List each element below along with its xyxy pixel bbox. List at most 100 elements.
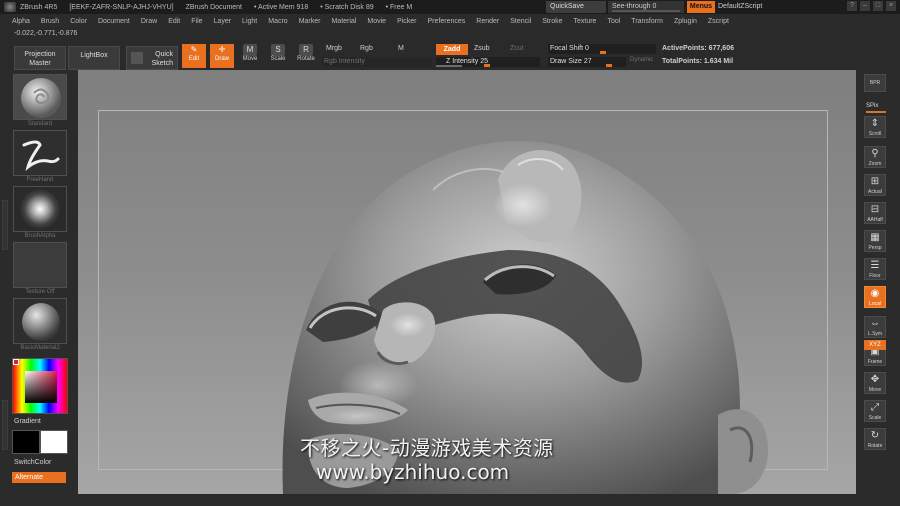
stroke-selector[interactable]: FreeHand bbox=[13, 130, 67, 185]
menu-zscript[interactable]: Zscript bbox=[708, 18, 729, 25]
see-through-label: See-through 0 bbox=[612, 3, 657, 10]
head-sculpt[interactable] bbox=[78, 70, 856, 494]
material-selector[interactable]: BasicMaterial2 bbox=[13, 298, 67, 353]
menu-alpha[interactable]: Alpha bbox=[12, 18, 30, 25]
edit-mode-button[interactable]: ✎ Edit bbox=[182, 44, 206, 68]
rotate-mode-button[interactable]: R Rotate bbox=[294, 44, 318, 68]
menu-material[interactable]: Material bbox=[331, 18, 356, 25]
document-canvas[interactable] bbox=[78, 70, 856, 494]
focal-shift-slider[interactable]: Focal Shift 0 bbox=[548, 44, 656, 54]
zcut-button[interactable]: Zcut bbox=[510, 45, 524, 52]
local-icon: ◉ bbox=[870, 288, 880, 299]
menu-picker[interactable]: Picker bbox=[397, 18, 416, 25]
scale-button[interactable]: ⤢ Scale bbox=[864, 400, 886, 422]
scroll-label: Scroll bbox=[868, 131, 882, 137]
switchcolor-label[interactable]: SwitchColor bbox=[14, 459, 51, 466]
spix-label[interactable]: SPix bbox=[866, 103, 878, 109]
draw-size-slider[interactable]: Draw Size 27 bbox=[548, 57, 626, 67]
default-zscript-button[interactable]: DefaultZScript bbox=[718, 1, 762, 13]
aahalf-icon: ⊟ bbox=[870, 204, 880, 215]
projection-master-label-1: Projection bbox=[24, 51, 56, 58]
color-picker[interactable] bbox=[12, 358, 68, 414]
menu-tool[interactable]: Tool bbox=[607, 18, 620, 25]
menu-stencil[interactable]: Stencil bbox=[510, 18, 531, 25]
document-canvas-frame bbox=[78, 70, 856, 494]
actual-label: Actual bbox=[868, 189, 882, 195]
close-icon[interactable]: × bbox=[886, 1, 896, 11]
texture-selector[interactable]: Texture Off bbox=[13, 242, 67, 297]
menu-layer[interactable]: Layer bbox=[214, 18, 232, 25]
m-button[interactable]: M bbox=[398, 45, 404, 52]
menu-brush[interactable]: Brush bbox=[41, 18, 59, 25]
rgb-button[interactable]: Rgb bbox=[360, 45, 373, 52]
minimize-icon[interactable]: – bbox=[860, 1, 870, 11]
menu-render[interactable]: Render bbox=[476, 18, 499, 25]
rotate-button[interactable]: ↻ Rotate bbox=[864, 428, 886, 450]
projection-master-button[interactable]: Projection Master bbox=[14, 46, 66, 70]
scale-mode-button[interactable]: S Scale bbox=[266, 44, 290, 68]
persp-button[interactable]: ▦ Persp bbox=[864, 230, 886, 252]
alpha-selector[interactable]: BrushAlpha bbox=[13, 186, 67, 241]
main-color-swatch[interactable] bbox=[12, 430, 40, 454]
menu-document[interactable]: Document bbox=[98, 18, 130, 25]
menu-draw[interactable]: Draw bbox=[141, 18, 157, 25]
menu-marker[interactable]: Marker bbox=[299, 18, 321, 25]
menu-texture[interactable]: Texture bbox=[573, 18, 596, 25]
see-through-slider[interactable]: See-through 0 bbox=[608, 1, 684, 13]
left-tray-grip-lower[interactable] bbox=[2, 400, 8, 450]
focal-shift-knob bbox=[600, 51, 606, 54]
menu-edit[interactable]: Edit bbox=[168, 18, 180, 25]
color-swatches[interactable] bbox=[12, 430, 68, 454]
menu-zplugin[interactable]: Zplugin bbox=[674, 18, 697, 25]
zoom-button[interactable]: ⚲ Zoom bbox=[864, 146, 886, 168]
menus-toggle-button[interactable]: Menus bbox=[687, 1, 715, 13]
quicksave-button[interactable]: QuickSave bbox=[546, 1, 606, 13]
color-saturation-square[interactable] bbox=[25, 371, 57, 403]
lsym-label: L.Sym bbox=[867, 331, 883, 337]
menu-file[interactable]: File bbox=[191, 18, 202, 25]
active-points: ActivePoints: 677,606 bbox=[662, 45, 734, 52]
gradient-label[interactable]: Gradient bbox=[14, 418, 41, 425]
mrgb-button[interactable]: Mrgb bbox=[326, 45, 342, 52]
scroll-button[interactable]: ⇕ Scroll bbox=[864, 116, 886, 138]
menu-light[interactable]: Light bbox=[242, 18, 257, 25]
lightbox-button[interactable]: LightBox bbox=[68, 46, 120, 70]
primary-color-swatch[interactable] bbox=[13, 359, 19, 365]
actual-button[interactable]: ⊞ Actual bbox=[864, 174, 886, 196]
draw-size-knob bbox=[606, 64, 612, 67]
menu-macro[interactable]: Macro bbox=[268, 18, 287, 25]
brush-selector[interactable]: Standard bbox=[13, 74, 67, 129]
menu-movie[interactable]: Movie bbox=[367, 18, 386, 25]
quick-sketch-label-1: Quick bbox=[155, 51, 173, 58]
rgb-intensity-slider[interactable]: Rgb Intensity bbox=[322, 57, 432, 67]
move-mode-button[interactable]: M Move bbox=[238, 44, 262, 68]
dynamic-button[interactable]: Dynamic bbox=[630, 57, 653, 63]
zadd-button[interactable]: Zadd bbox=[436, 44, 468, 55]
z-intensity-slider[interactable]: Z Intensity 25 bbox=[436, 57, 540, 67]
serial-number: [EEKF-ZAFR-SNLP-AJHJ-VHYU] bbox=[69, 3, 174, 11]
alternate-button[interactable]: Alternate bbox=[12, 472, 66, 483]
draw-mode-button[interactable]: ✛ Draw bbox=[210, 44, 234, 68]
xyz-symmetry-button[interactable]: XYZ bbox=[864, 340, 886, 350]
help-icon[interactable]: ? bbox=[847, 1, 857, 11]
zsub-button[interactable]: Zsub bbox=[474, 45, 490, 52]
maximize-icon[interactable]: □ bbox=[873, 1, 883, 11]
lsym-button[interactable]: ⇔ L.Sym bbox=[864, 316, 886, 338]
local-button[interactable]: ◉ Local bbox=[864, 286, 886, 308]
move-label: Move bbox=[868, 387, 882, 393]
menu-transform[interactable]: Transform bbox=[631, 18, 663, 25]
app-name: ZBrush 4R5 bbox=[20, 3, 58, 11]
quick-sketch-button[interactable]: Quick Sketch bbox=[126, 46, 178, 70]
menu-preferences[interactable]: Preferences bbox=[428, 18, 466, 25]
floor-button[interactable]: ☰ Floor bbox=[864, 258, 886, 280]
aahalf-button[interactable]: ⊟ AAHalf bbox=[864, 202, 886, 224]
move-button[interactable]: ✥ Move bbox=[864, 372, 886, 394]
menu-stroke[interactable]: Stroke bbox=[542, 18, 562, 25]
left-tray-grip[interactable] bbox=[2, 200, 8, 250]
menu-color[interactable]: Color bbox=[70, 18, 87, 25]
spix-slider[interactable] bbox=[866, 111, 886, 113]
focal-shift-label: Focal Shift 0 bbox=[550, 45, 589, 52]
bpr-button[interactable]: BPR bbox=[864, 74, 886, 92]
rotate-label: Rotate bbox=[867, 443, 883, 449]
secondary-color-swatch[interactable] bbox=[40, 430, 68, 454]
